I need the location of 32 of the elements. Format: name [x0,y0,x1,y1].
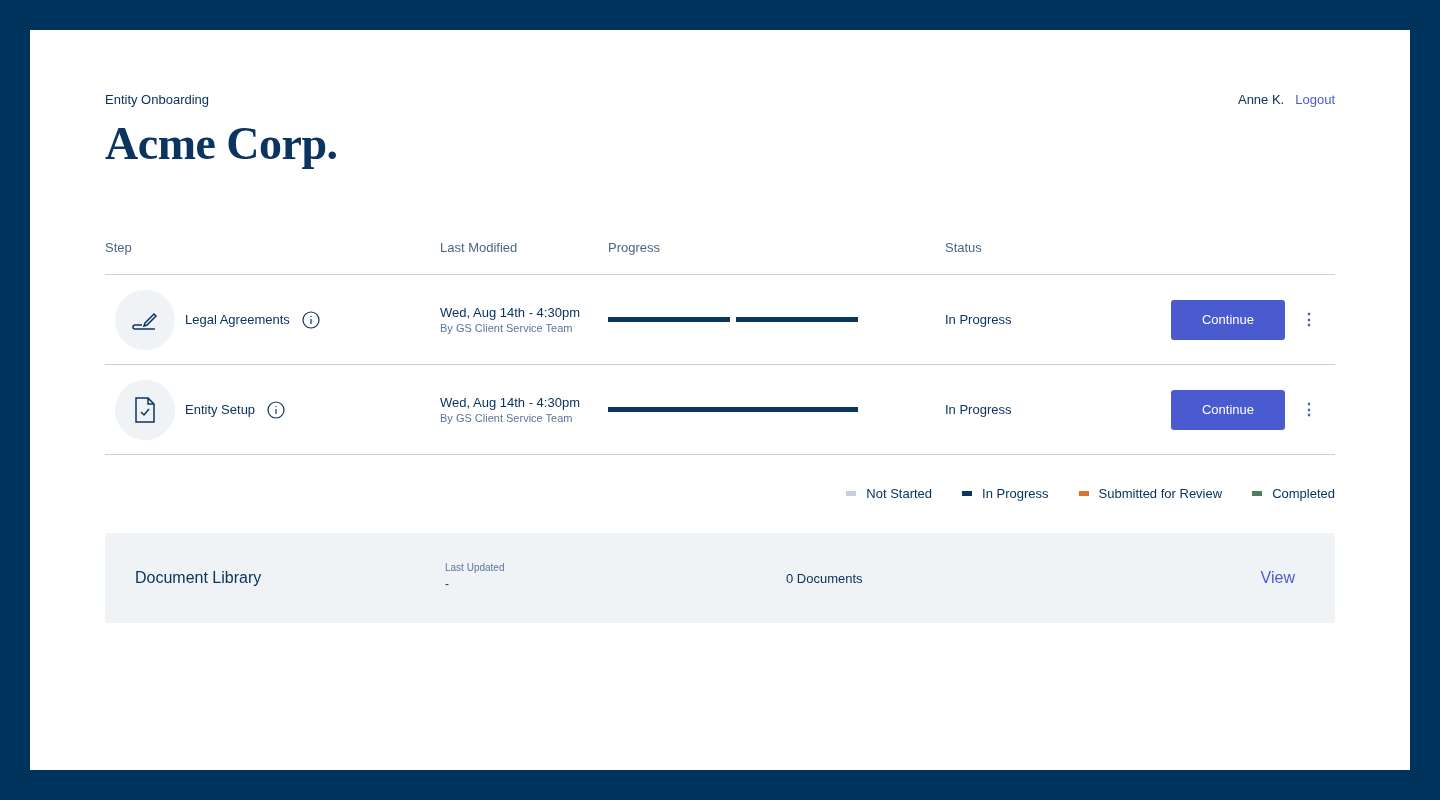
step-name: Entity Setup [185,402,256,417]
view-link[interactable]: View [1260,569,1295,587]
updated-label: Last Updated [445,561,506,573]
library-title: Document Library [135,569,263,587]
continue-button[interactable]: Continue [1171,299,1285,340]
modified-by: By GS Client Service Team [440,412,574,424]
logout-link[interactable]: Logout [1295,92,1335,107]
column-header: Status [945,239,983,255]
legend-label: Submitted for Review [1098,486,1223,501]
status-text: In Progress [945,312,1013,327]
column-header: Progress [608,239,662,255]
status-text: In Progress [945,402,1013,417]
info-icon[interactable] [267,400,286,419]
breadcrumb: Entity Onboarding [105,92,211,107]
column-header: Step [105,239,133,255]
modified-by: By GS Client Service Team [440,322,574,334]
modified-date: Wed, Aug 14th - 4:30pm [440,395,581,410]
legend-label: Completed [1272,486,1335,501]
more-menu-button[interactable]: ⋮ [1297,400,1321,419]
document-count: 0 Documents [786,570,864,586]
updated-value: - [445,576,450,591]
step-name: Legal Agreements [185,312,290,327]
page-title: Acme Corp. [105,117,338,170]
continue-button[interactable]: Continue [1171,389,1285,430]
legend-label: In Progress [982,486,1049,501]
modified-date: Wed, Aug 14th - 4:30pm [440,305,581,320]
more-menu-button[interactable]: ⋮ [1297,310,1321,329]
info-icon[interactable] [301,310,320,329]
column-header: Last Modified [440,239,519,255]
legend-label: Not Started [866,486,933,501]
document-check-icon [134,395,156,424]
user-name: Anne K. [1237,92,1285,107]
